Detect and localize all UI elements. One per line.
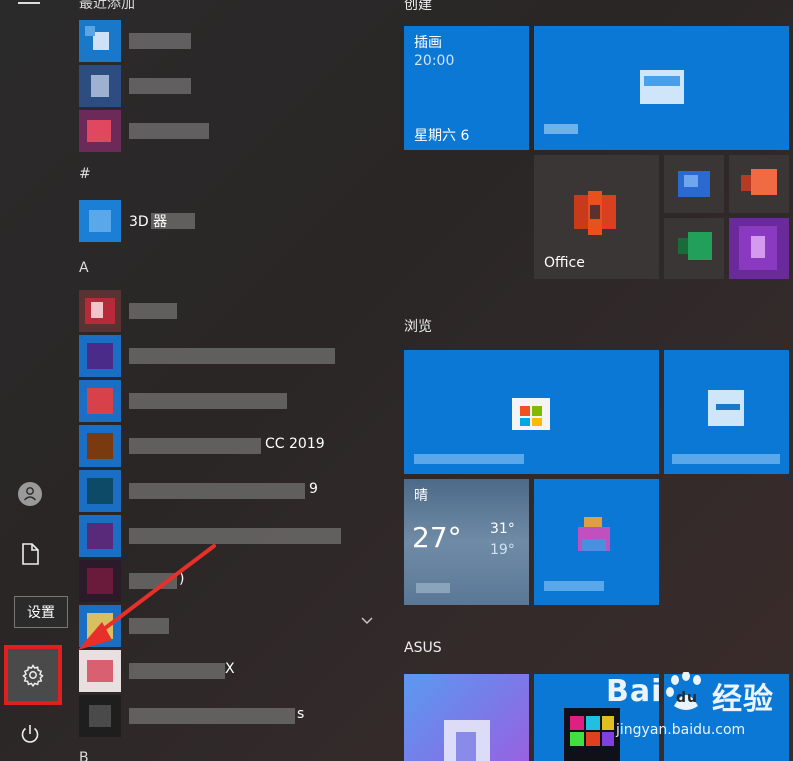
watermark-url: jingyan.baidu.com: [616, 722, 746, 738]
app-icon: [79, 20, 121, 62]
list-item[interactable]: [79, 19, 379, 63]
app-icon: [79, 65, 121, 107]
list-item[interactable]: [79, 604, 379, 648]
app-label: ): [179, 571, 185, 587]
group-title-asus: ASUS: [404, 640, 442, 656]
power-icon: [21, 725, 39, 743]
app-icon: [79, 515, 121, 557]
app-icon: [79, 560, 121, 602]
weather-low: 19°: [490, 542, 515, 558]
list-item[interactable]: ): [79, 559, 379, 603]
myasus-tile[interactable]: [404, 674, 529, 761]
onenote-tile[interactable]: [729, 218, 789, 279]
user-account-button[interactable]: [0, 472, 60, 516]
app-list: 最近添加 # 3D 器 A CC 2019 9) X s B: [79, 0, 379, 761]
app-icon: [79, 650, 121, 692]
documents-button[interactable]: [0, 532, 60, 576]
app-icon: [79, 695, 121, 737]
gear-icon: [22, 664, 44, 687]
section-header-hash: #: [79, 166, 91, 182]
list-item[interactable]: [79, 64, 379, 108]
mail-tile[interactable]: [534, 26, 789, 150]
baidu-watermark: Bai du 经验 jingyan.baidu.com: [606, 668, 793, 748]
store-tile[interactable]: [404, 350, 659, 474]
calendar-title: 插画: [414, 35, 442, 51]
powerpoint-tile[interactable]: [729, 155, 789, 213]
list-item[interactable]: X: [79, 649, 379, 693]
app-icon: [79, 605, 121, 647]
watermark-cn: 经验: [712, 682, 774, 717]
user-icon: [18, 482, 42, 506]
settings-button[interactable]: [4, 645, 62, 705]
watermark-bai: Bai: [606, 674, 663, 709]
app-icon: [79, 200, 121, 242]
list-item[interactable]: [79, 334, 379, 378]
app-label: s: [297, 706, 305, 722]
power-button[interactable]: [0, 712, 60, 756]
calendar-time: 20:00: [414, 53, 455, 69]
list-item[interactable]: [79, 109, 379, 153]
calendar-day: 星期六 6: [414, 128, 470, 144]
group-title-browse: 浏览: [404, 319, 432, 335]
word-tile[interactable]: [664, 155, 724, 213]
hamburger-menu-icon[interactable]: [18, 0, 40, 6]
paint3d-tile[interactable]: [534, 479, 659, 605]
excel-tile[interactable]: [664, 218, 724, 279]
settings-tooltip: 设置: [14, 596, 68, 628]
app-label: 9: [309, 481, 318, 497]
chevron-down-icon[interactable]: [360, 614, 374, 628]
watermark-du: du: [676, 690, 698, 706]
list-item[interactable]: s: [79, 694, 379, 738]
section-header-b: B: [79, 750, 89, 761]
recent-header: 最近添加: [79, 0, 135, 12]
app-label: 3D 器: [129, 214, 168, 230]
list-item[interactable]: [79, 514, 379, 558]
calendar-tile[interactable]: 插画 20:00 星期六 6: [404, 26, 529, 150]
list-item[interactable]: CC 2019: [79, 424, 379, 468]
weather-tile[interactable]: 晴 27° 31° 19°: [404, 479, 529, 605]
list-item[interactable]: [79, 379, 379, 423]
weather-condition: 晴: [414, 488, 428, 504]
app-icon: [79, 110, 121, 152]
document-icon: [22, 543, 39, 565]
access-icon: [79, 290, 121, 332]
list-item[interactable]: 9: [79, 469, 379, 513]
weather-high: 31°: [490, 521, 515, 537]
edge-tile[interactable]: [664, 350, 789, 474]
office-label: Office: [544, 255, 585, 271]
app-icon: [79, 470, 121, 512]
list-item[interactable]: [79, 289, 379, 333]
app-icon: [79, 425, 121, 467]
office-tile[interactable]: Office: [534, 155, 659, 279]
group-title-create: 创建: [404, 0, 432, 13]
app-icon: [79, 380, 121, 422]
app-icon: [79, 335, 121, 377]
app-label: X: [225, 661, 235, 677]
weather-temp: 27°: [412, 521, 462, 554]
section-header-a: A: [79, 260, 89, 276]
start-rail: 设置: [0, 0, 68, 761]
list-item[interactable]: 3D 器: [79, 199, 379, 243]
app-label: CC 2019: [265, 436, 325, 452]
